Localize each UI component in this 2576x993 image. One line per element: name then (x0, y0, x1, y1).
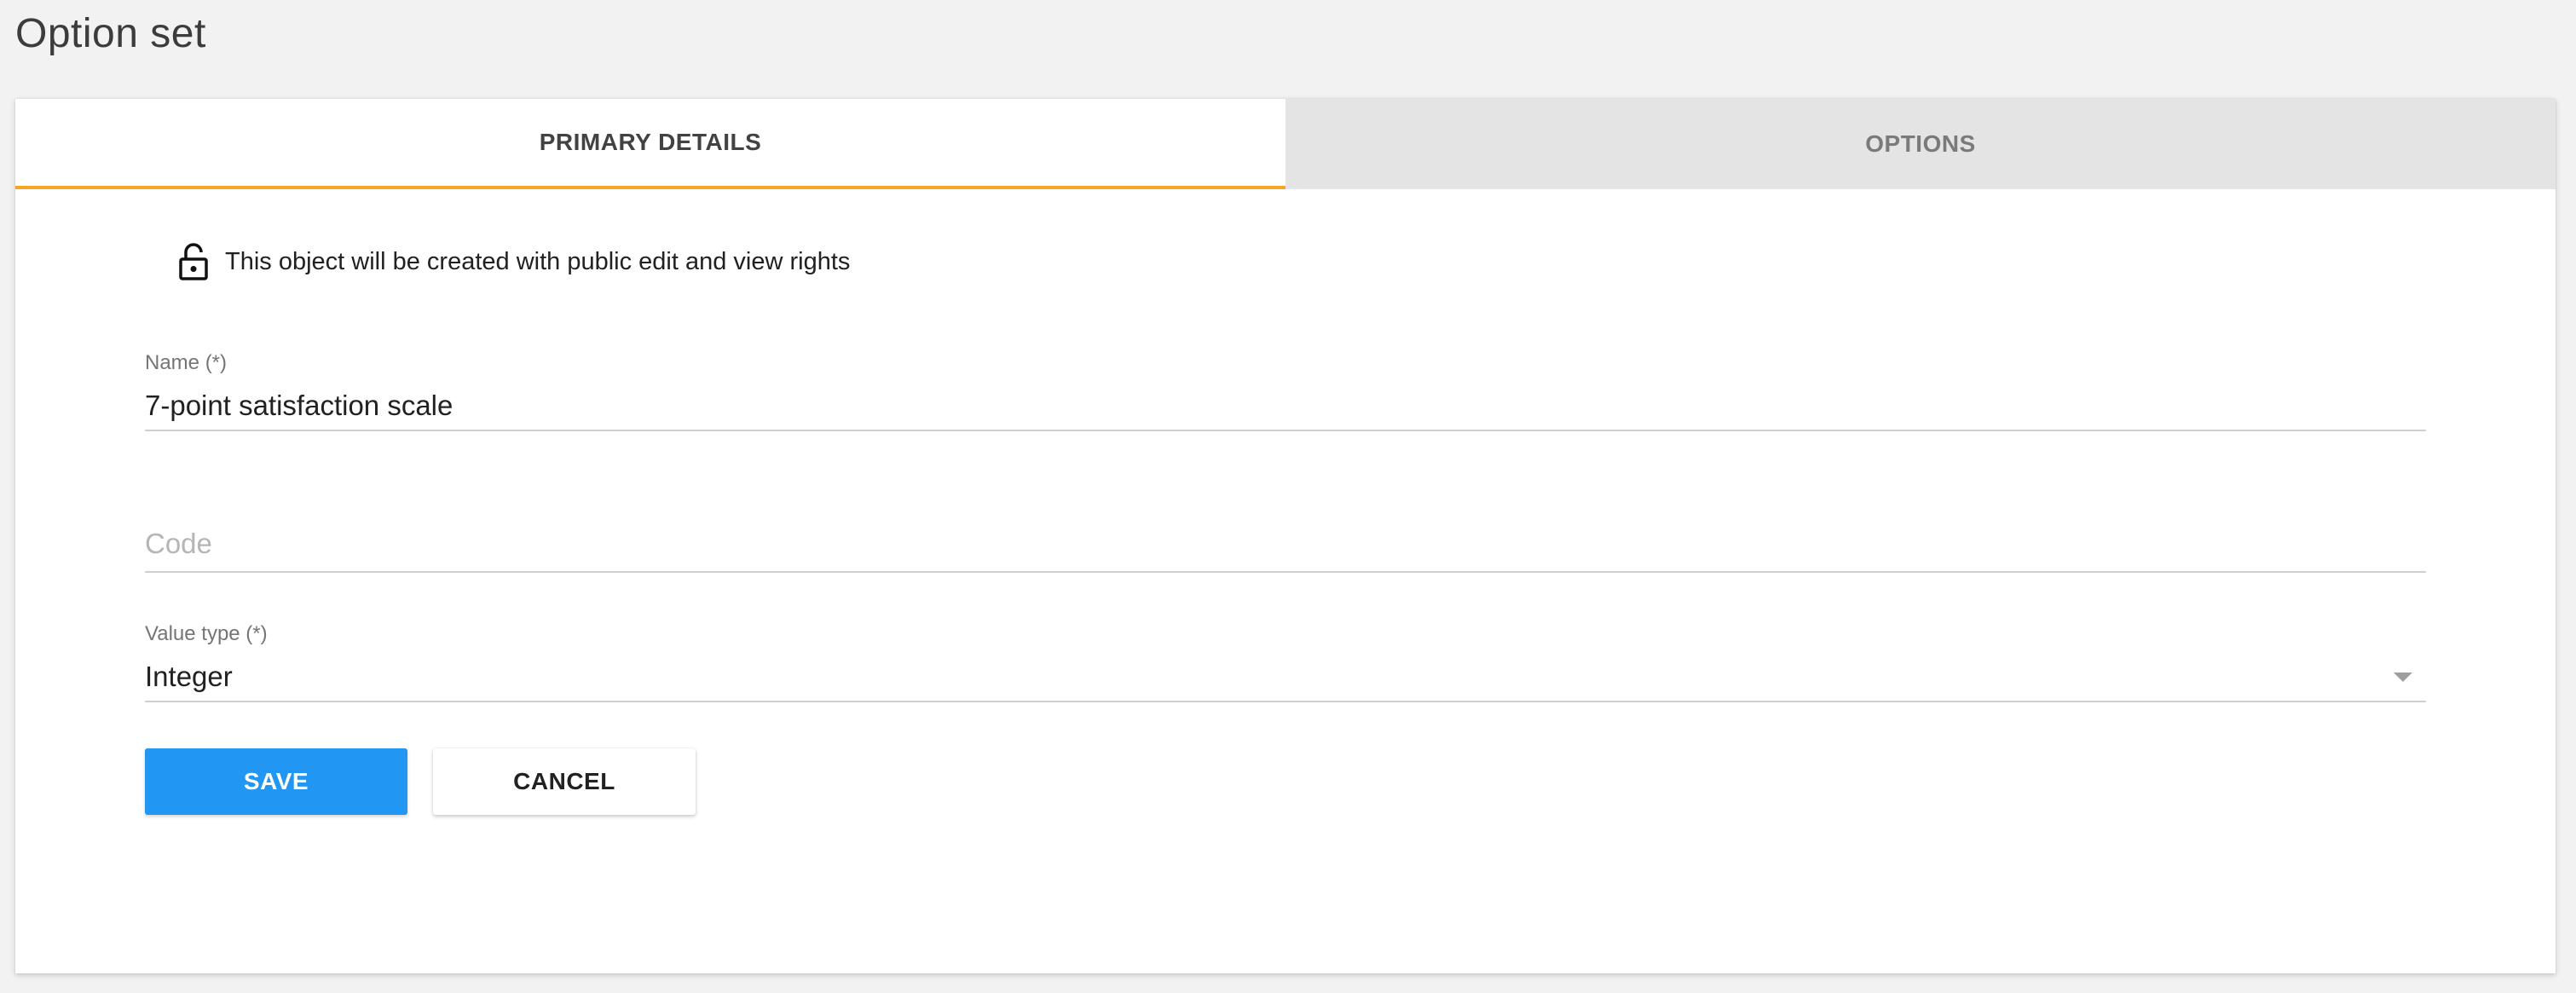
name-field-label: Name (*) (145, 351, 228, 374)
page-title: Option set (15, 11, 206, 56)
value-type-selected: Integer (145, 661, 233, 692)
code-field[interactable]: Code (145, 525, 2426, 573)
save-button[interactable]: SAVE (145, 748, 407, 815)
cancel-button[interactable]: CANCEL (433, 748, 696, 815)
sharing-notice: This object will be created with public … (177, 242, 850, 281)
option-set-form-card: PRIMARY DETAILS OPTIONS This object will… (15, 99, 2556, 973)
value-type-underline (145, 701, 2426, 702)
name-field-underline (145, 430, 2426, 431)
name-field[interactable]: Name (*) 7-point satisfaction scale (145, 351, 2426, 431)
value-type-label: Value type (*) (145, 622, 268, 645)
tab-primary-details[interactable]: PRIMARY DETAILS (15, 99, 1285, 189)
code-input[interactable]: Code (145, 525, 2426, 563)
tab-options[interactable]: OPTIONS (1285, 99, 2556, 189)
sharing-notice-text: This object will be created with public … (225, 247, 851, 275)
chevron-down-icon[interactable] (2394, 672, 2412, 682)
value-type-select[interactable]: Value type (*) Integer (145, 622, 2426, 702)
lock-open-icon (179, 243, 208, 280)
value-type-dropdown[interactable]: Integer (145, 658, 2426, 696)
name-input[interactable]: 7-point satisfaction scale (145, 387, 2426, 424)
tab-bar: PRIMARY DETAILS OPTIONS (15, 99, 2556, 189)
code-field-underline (145, 571, 2426, 573)
